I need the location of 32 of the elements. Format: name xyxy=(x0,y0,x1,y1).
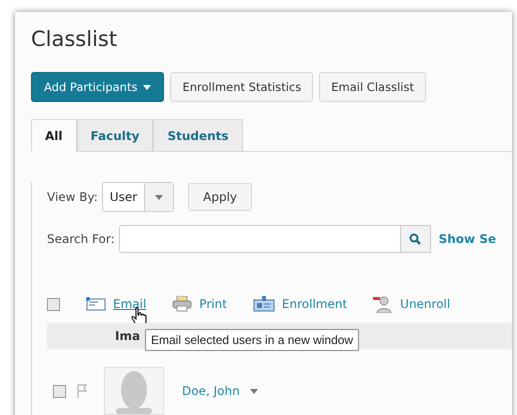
toolbar-link[interactable]: Enrollment xyxy=(282,297,348,311)
flag-icon xyxy=(76,384,88,398)
page-title: Classlist xyxy=(31,26,118,52)
apply-button[interactable]: Apply xyxy=(188,183,252,211)
tab[interactable]: All xyxy=(31,119,77,152)
tab[interactable]: Faculty xyxy=(76,119,154,152)
search-button[interactable] xyxy=(400,225,431,253)
toolbar-link[interactable]: Email xyxy=(113,297,146,311)
select-all-checkbox[interactable] xyxy=(47,298,60,310)
view-by-select[interactable]: User xyxy=(102,182,174,212)
tab[interactable]: Students xyxy=(153,119,243,152)
row-checkbox[interactable] xyxy=(53,384,66,398)
action-button[interactable]: Email Classlist xyxy=(319,72,426,102)
user-remove-icon xyxy=(373,295,394,313)
toolbar-link[interactable]: Unenroll xyxy=(400,297,450,311)
printer-icon xyxy=(172,296,192,312)
toolbar-link[interactable]: Print xyxy=(199,297,227,311)
column-header: Ima xyxy=(115,329,140,343)
search-icon xyxy=(409,233,422,245)
view-by-label: View By: xyxy=(47,190,98,204)
caret-icon xyxy=(155,194,164,200)
caret-icon xyxy=(250,388,258,394)
envelope-icon xyxy=(86,297,106,311)
add-participants-button[interactable]: Add Participants xyxy=(31,72,164,102)
show-search-options-link[interactable]: Show Se xyxy=(438,232,496,246)
search-field[interactable] xyxy=(118,225,401,253)
action-button[interactable]: Enrollment Statistics xyxy=(170,72,314,102)
caret-icon xyxy=(143,84,152,90)
id-card-icon xyxy=(252,296,275,312)
user-name-link[interactable]: Doe, John xyxy=(182,384,240,398)
search-label: Search For: xyxy=(47,232,115,246)
tooltip: Email selected users in a new window xyxy=(145,329,360,351)
